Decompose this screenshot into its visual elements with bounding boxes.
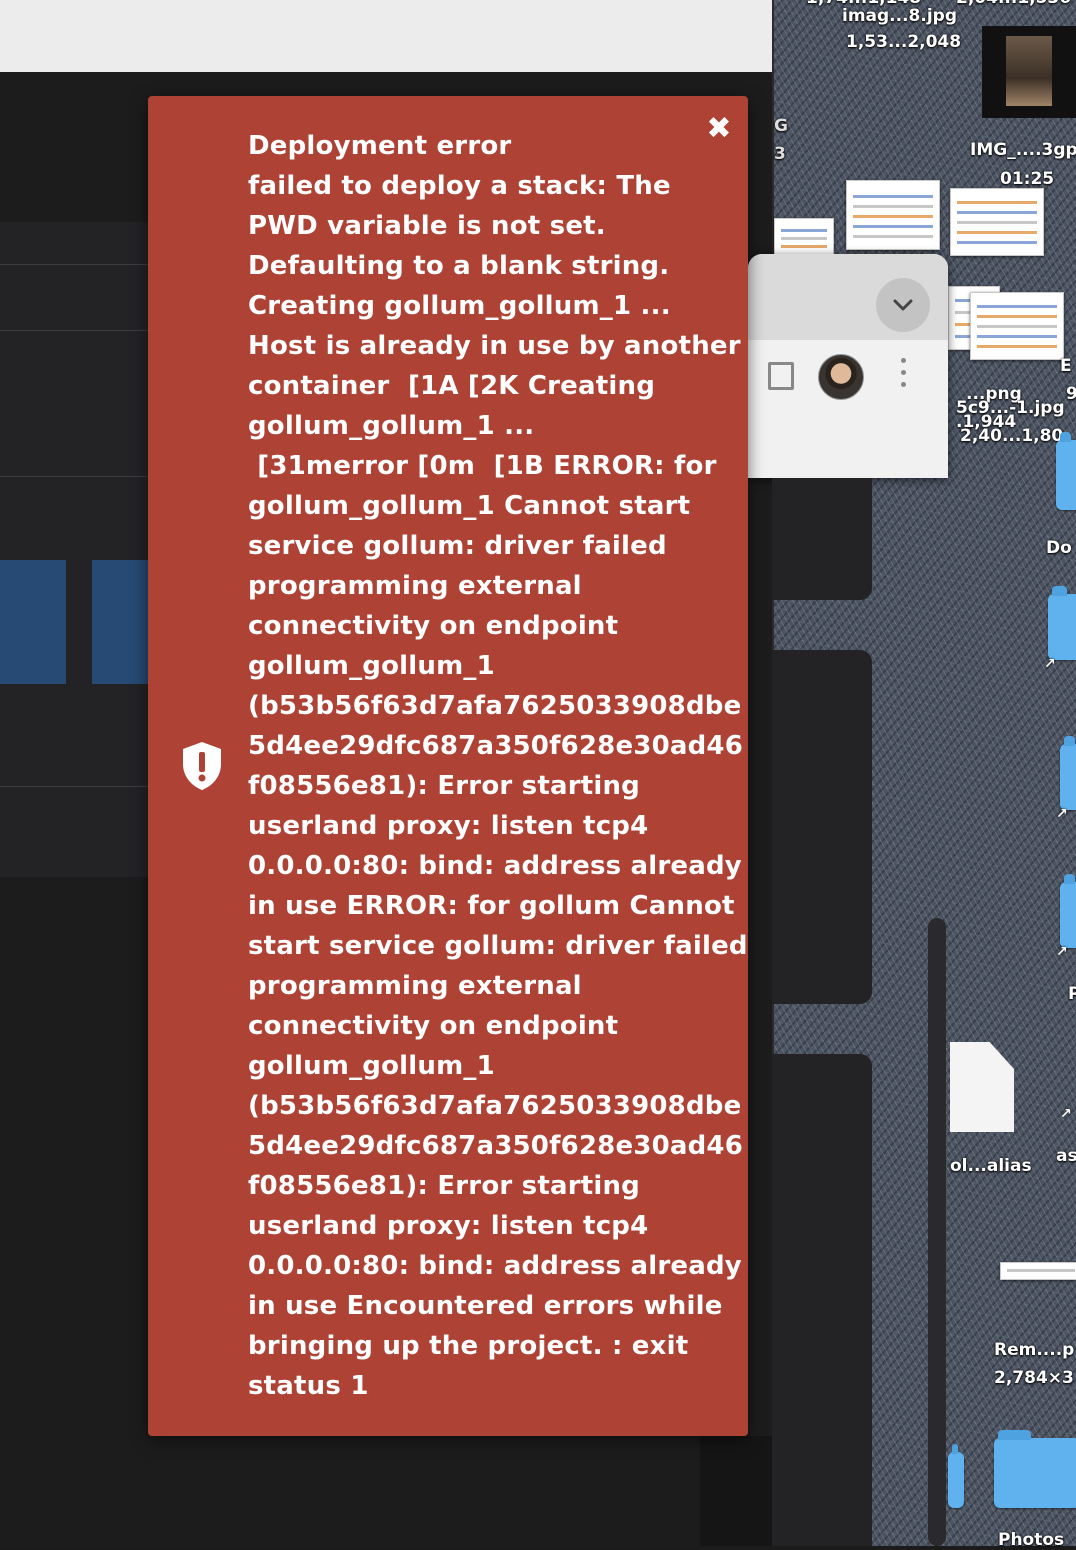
message-line: in use Encountered errors while: [248, 1291, 723, 1321]
folder-label[interactable]: Do: [1046, 538, 1072, 558]
message-line: programming external: [248, 571, 582, 601]
desktop-file-name[interactable]: imag...8.jpg: [842, 6, 957, 26]
message-line: programming external: [248, 971, 582, 1001]
folder-icon[interactable]: [1048, 586, 1076, 660]
message-line: status 1: [248, 1371, 369, 1401]
extension-icon[interactable]: [768, 362, 794, 390]
desktop-label: G: [774, 116, 788, 136]
notification-title: Deployment error: [248, 131, 512, 161]
message-line: bringing up the project. : exit: [248, 1331, 689, 1361]
folder-icon[interactable]: [994, 1430, 1076, 1508]
browser-content: [772, 478, 872, 600]
app-right-column: [700, 1436, 772, 1546]
screenshot-thumbnail[interactable]: [846, 180, 940, 250]
message-line: 0.0.0.0:80: bind: address already: [248, 1251, 742, 1281]
browser-content: [772, 1054, 872, 1546]
folder-icon[interactable]: [1060, 874, 1076, 948]
desktop-label: E: [1060, 356, 1072, 376]
divider: [0, 786, 148, 787]
error-notification: ✖ Deployment error failed to deploy a st…: [148, 96, 748, 1436]
message-line: connectivity on endpoint: [248, 1011, 619, 1041]
divider: [0, 330, 148, 331]
desktop-file-size: 2,784×3: [994, 1368, 1074, 1388]
message-line: f08556e81): Error starting: [248, 1171, 640, 1201]
app-button-right[interactable]: [92, 560, 148, 684]
message-line: (b53b56f63d7afa7625033908dbe: [248, 1091, 742, 1121]
screenshot-thumbnail[interactable]: [950, 188, 1044, 256]
message-line: 5d4ee29dfc687a350f628e30ad46: [248, 1131, 744, 1161]
desktop-file-name[interactable]: IMG_....3gp: [970, 140, 1076, 160]
message-line: (b53b56f63d7afa7625033908dbe: [248, 691, 742, 721]
message-line: start service gollum: driver failed: [248, 931, 748, 961]
alias-arrow-icon: ↗: [1060, 1106, 1072, 1122]
message-line: PWD variable is not set.: [248, 211, 606, 241]
message-line: Creating gollum_gollum_1 ...: [248, 291, 671, 321]
message-line: in use ERROR: for gollum Cannot: [248, 891, 735, 921]
browser-window: [748, 254, 948, 478]
folder-icon[interactable]: [1056, 432, 1076, 510]
tab-search-button[interactable]: [876, 278, 930, 332]
desktop-file-name[interactable]: 5c9...-1.jpg: [956, 398, 1065, 418]
desktop-file-name[interactable]: ol...alias: [950, 1156, 1032, 1176]
desktop-label: 2,04...1,536: [956, 0, 1071, 8]
message-line: userland proxy: listen tcp4: [248, 1211, 649, 1241]
shield-alert-icon: [180, 740, 224, 792]
divider: [0, 264, 148, 265]
desktop-label: as: [1056, 1146, 1076, 1166]
alias-arrow-icon: ↗: [1056, 806, 1068, 822]
alias-arrow-icon: ↗: [1044, 656, 1056, 672]
desktop-file-size: 1,53...2,048: [846, 32, 962, 52]
message-line: gollum_gollum_1: [248, 1051, 495, 1081]
scrollbar[interactable]: [928, 918, 946, 1546]
kebab-menu-icon[interactable]: [898, 358, 908, 392]
screenshot-thumbnail[interactable]: [1000, 1262, 1076, 1280]
message-line: failed to deploy a stack: The: [248, 171, 671, 201]
folder-label[interactable]: Photos: [998, 1530, 1064, 1550]
message-line: service gollum: driver failed: [248, 531, 667, 561]
message-line: Host is already in use by another: [248, 331, 741, 361]
app-button-left[interactable]: [0, 560, 66, 684]
folder-icon[interactable]: [1060, 736, 1076, 810]
desktop-file-size: 2,40...1,80: [960, 426, 1064, 446]
message-line: gollum_gollum_1 Cannot start: [248, 491, 691, 521]
message-line: 0.0.0.0:80: bind: address already: [248, 851, 742, 881]
message-line: gollum_gollum_1: [248, 651, 495, 681]
folder-icon[interactable]: [948, 1444, 964, 1508]
notification-message: Deployment error failed to deploy a stac…: [248, 126, 748, 1406]
message-line: 5d4ee29dfc687a350f628e30ad46: [248, 731, 744, 761]
alias-arrow-icon: ↗: [1056, 944, 1068, 960]
video-thumbnail[interactable]: [982, 26, 1076, 118]
screenshot-thumbnail[interactable]: [970, 292, 1064, 360]
app-side-panel: [0, 222, 148, 877]
desktop-label: 9: [1066, 384, 1076, 404]
avatar[interactable]: [818, 354, 864, 400]
browser-content: [772, 650, 872, 1004]
app-top-bar: [0, 0, 772, 73]
message-line: container [1A [2K Creating: [248, 371, 656, 401]
message-line: f08556e81): Error starting: [248, 771, 640, 801]
message-line: Defaulting to a blank string.: [248, 251, 670, 281]
divider: [0, 476, 148, 477]
desktop-file-name[interactable]: Rem....p: [994, 1340, 1074, 1360]
screenshot-thumbnail[interactable]: [774, 218, 834, 256]
message-line: userland proxy: listen tcp4: [248, 811, 649, 841]
message-line: connectivity on endpoint: [248, 611, 619, 641]
desktop-label: 3: [774, 144, 786, 164]
message-line: [31merror [0m [1B ERROR: for: [248, 451, 717, 481]
photo-content: [1006, 36, 1052, 106]
desktop-file-time: 01:25: [1000, 169, 1055, 189]
message-line: gollum_gollum_1 ...: [248, 411, 535, 441]
desktop-label: P: [1068, 984, 1076, 1004]
chevron-down-icon: [893, 299, 913, 311]
